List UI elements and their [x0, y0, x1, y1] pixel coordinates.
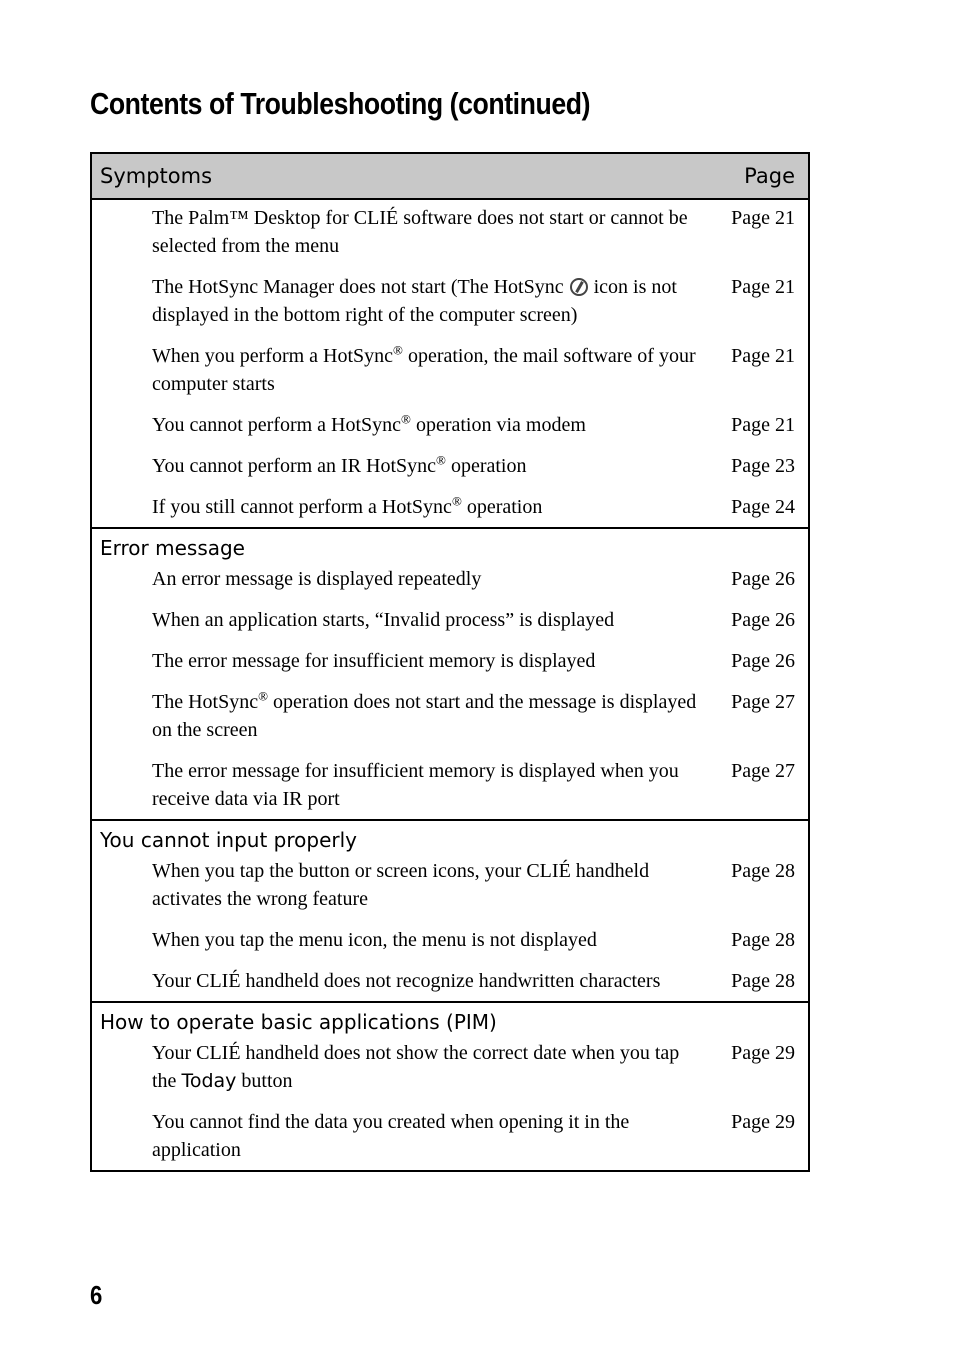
- symptom-text: The error message for insufficient memor…: [152, 650, 596, 672]
- page-reference[interactable]: Page 21: [731, 204, 795, 260]
- symptom-text-part: The HotSync: [152, 691, 259, 713]
- symptom-text-part: button: [236, 1070, 293, 1092]
- table-row[interactable]: If you still cannot perform a HotSync® o…: [92, 493, 808, 521]
- table-row[interactable]: The Palm™ Desktop for CLIÉ software does…: [92, 204, 808, 273]
- symptom-text-part: You cannot perform an IR HotSync: [152, 455, 437, 477]
- page-reference[interactable]: Page 24: [731, 493, 795, 521]
- table-row[interactable]: When you perform a HotSync® operation, t…: [92, 342, 808, 411]
- section-hotsync: The Palm™ Desktop for CLIÉ software does…: [92, 200, 808, 529]
- page-reference[interactable]: Page 26: [731, 647, 795, 675]
- symptom-text-part: operation: [445, 455, 527, 477]
- symptoms-column-header: Symptoms: [100, 164, 213, 188]
- page-column-header: Page: [744, 164, 795, 188]
- symptom-text-part: You cannot perform a HotSync: [152, 414, 402, 436]
- page-reference[interactable]: Page 28: [731, 926, 795, 954]
- table-row[interactable]: You cannot perform an IR HotSync® operat…: [92, 452, 808, 493]
- symptom-text: When an application starts, “Invalid pro…: [152, 609, 615, 631]
- table-row[interactable]: The error message for insufficient memor…: [92, 647, 808, 688]
- table-row[interactable]: You cannot perform a HotSync® operation …: [92, 411, 808, 452]
- symptom-text-part: operation via modem: [410, 414, 586, 436]
- table-row[interactable]: The error message for insufficient memor…: [92, 757, 808, 813]
- section-error-message: Error message An error message is displa…: [92, 529, 808, 821]
- page-reference[interactable]: Page 23: [731, 452, 795, 480]
- page-reference[interactable]: Page 29: [731, 1039, 795, 1095]
- hotsync-icon: [569, 278, 588, 296]
- page-reference[interactable]: Page 26: [731, 606, 795, 634]
- symptom-text: The HotSync Manager does not start (The …: [152, 273, 707, 329]
- table-row[interactable]: Your CLIÉ handheld does not show the cor…: [92, 1039, 808, 1108]
- table-row[interactable]: You cannot find the data you created whe…: [92, 1108, 808, 1164]
- page-title: Contents of Troubleshooting (continued): [90, 86, 591, 121]
- table-row[interactable]: An error message is displayed repeatedly…: [92, 565, 808, 606]
- symptom-text: When you perform a HotSync® operation, t…: [152, 342, 707, 398]
- page-number: 6: [90, 1280, 103, 1310]
- today-button-label: Today: [181, 1070, 237, 1092]
- table-row[interactable]: Your CLIÉ handheld does not recognize ha…: [92, 967, 808, 995]
- symptom-text: The HotSync® operation does not start an…: [152, 688, 707, 744]
- registered-mark: ®: [451, 493, 462, 509]
- page-reference[interactable]: Page 28: [731, 857, 795, 913]
- table-row[interactable]: The HotSync Manager does not start (The …: [92, 273, 808, 342]
- section-title: Error message: [100, 536, 245, 560]
- section-title: You cannot input properly: [100, 828, 358, 852]
- section-title: How to operate basic applications (PIM): [100, 1010, 497, 1034]
- symptom-text: You cannot perform an IR HotSync® operat…: [152, 452, 707, 480]
- page-reference[interactable]: Page 27: [731, 688, 795, 744]
- symptom-text-part: The HotSync Manager does not start (The …: [152, 276, 564, 298]
- table-row[interactable]: When an application starts, “Invalid pro…: [92, 606, 808, 647]
- page-reference[interactable]: Page 29: [731, 1108, 795, 1164]
- table-header: Symptoms Page: [92, 154, 808, 200]
- table-row[interactable]: When you tap the menu icon, the menu is …: [92, 926, 808, 967]
- symptom-text: You cannot perform a HotSync® operation …: [152, 411, 707, 439]
- symptom-text: An error message is displayed repeatedly: [152, 568, 482, 590]
- registered-mark: ®: [436, 452, 446, 468]
- page-reference[interactable]: Page 21: [731, 273, 795, 329]
- table-row[interactable]: When you tap the button or screen icons,…: [92, 857, 808, 926]
- symptom-text: You cannot find the data you created whe…: [152, 1111, 630, 1161]
- page-reference[interactable]: Page 26: [731, 565, 795, 593]
- page-reference[interactable]: Page 21: [731, 342, 795, 398]
- symptom-text: The Palm™ Desktop for CLIÉ software does…: [152, 207, 688, 257]
- symptom-text: When you tap the button or screen icons,…: [152, 860, 650, 910]
- symptom-text: If you still cannot perform a HotSync® o…: [152, 493, 707, 521]
- page-reference[interactable]: Page 21: [731, 411, 795, 439]
- symptom-text-part: When you perform a HotSync: [152, 345, 394, 367]
- troubleshooting-contents-table: Symptoms Page The Palm™ Desktop for CLIÉ…: [90, 152, 810, 1172]
- section-input: You cannot input properly When you tap t…: [92, 821, 808, 1003]
- table-row[interactable]: The HotSync® operation does not start an…: [92, 688, 808, 757]
- registered-mark: ®: [258, 688, 268, 704]
- page-reference[interactable]: Page 27: [731, 757, 795, 813]
- symptom-text: Your CLIÉ handheld does not recognize ha…: [152, 970, 661, 992]
- registered-mark: ®: [401, 411, 411, 427]
- symptom-text-part: operation: [461, 496, 543, 518]
- page-reference[interactable]: Page 28: [731, 967, 795, 995]
- symptom-text-part: If you still cannot perform a HotSync: [152, 496, 452, 518]
- symptom-text: Your CLIÉ handheld does not show the cor…: [152, 1039, 707, 1095]
- symptom-text: When you tap the menu icon, the menu is …: [152, 929, 597, 951]
- registered-mark: ®: [393, 342, 403, 358]
- section-pim: How to operate basic applications (PIM) …: [92, 1003, 808, 1170]
- symptom-text: The error message for insufficient memor…: [152, 760, 679, 810]
